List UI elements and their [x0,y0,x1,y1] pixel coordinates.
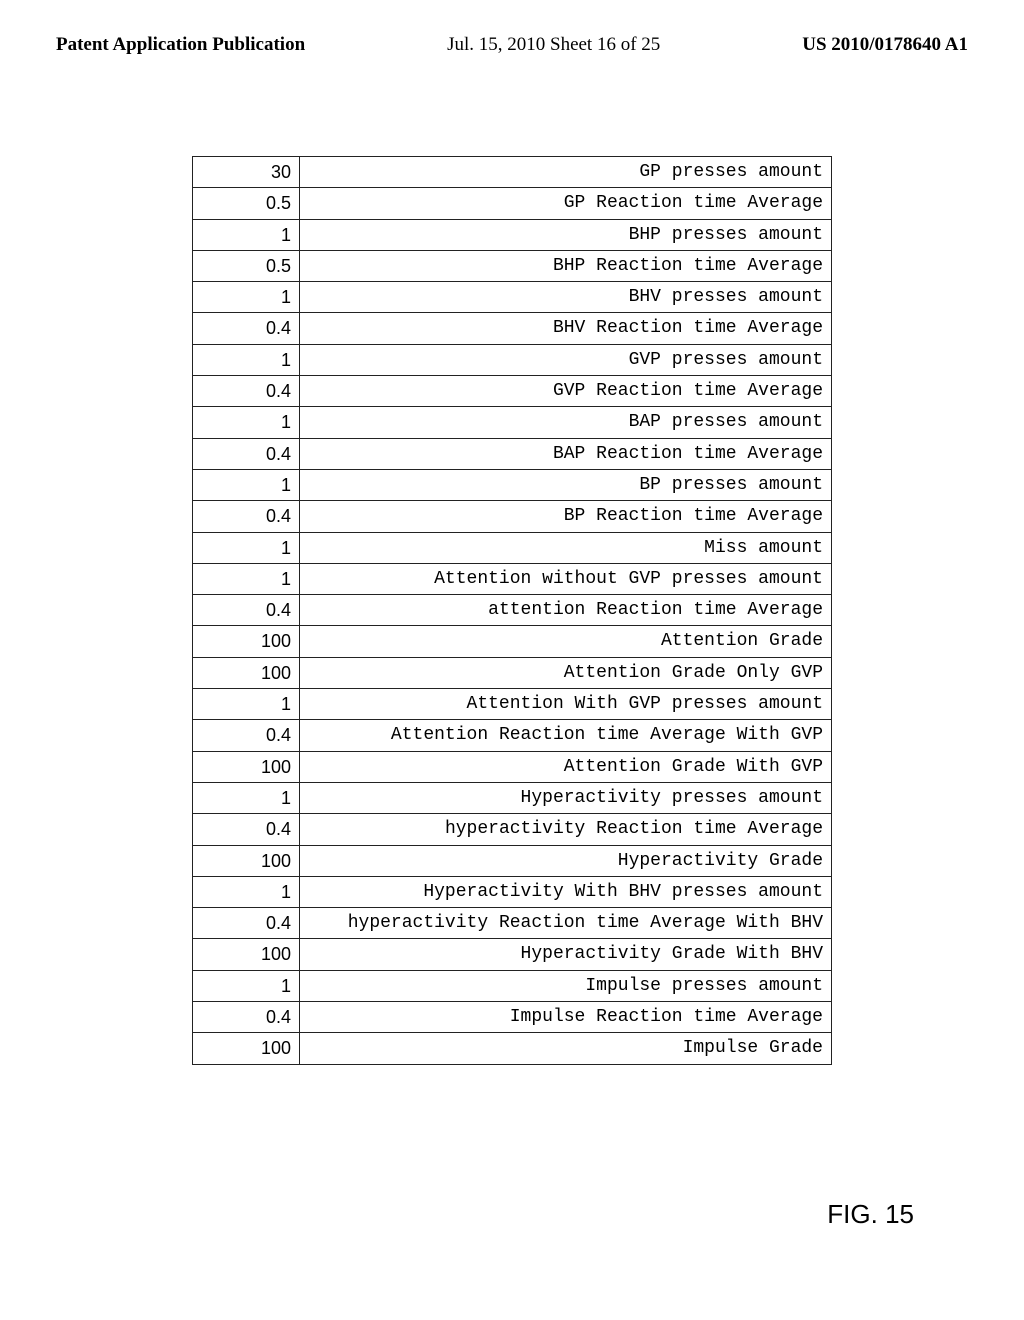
page-header: Patent Application Publication Jul. 15, … [0,0,1024,56]
row-label: Hyperactivity With BHV presses amount [300,876,832,907]
data-table: 30GP presses amount0.5GP Reaction time A… [192,156,832,1065]
table-row: 100Attention Grade [193,626,832,657]
header-left: Patent Application Publication [56,34,305,56]
header-center: Jul. 15, 2010 Sheet 16 of 25 [447,34,660,56]
row-label: Hyperactivity Grade [300,845,832,876]
row-label: Attention Grade Only GVP [300,657,832,688]
row-value: 0.4 [193,1002,300,1033]
row-value: 0.4 [193,814,300,845]
row-value: 100 [193,939,300,970]
header-right: US 2010/0178640 A1 [802,34,968,56]
row-label: Hyperactivity presses amount [300,782,832,813]
table-row: 0.4hyperactivity Reaction time Average [193,814,832,845]
row-label: GVP Reaction time Average [300,376,832,407]
row-label: BAP presses amount [300,407,832,438]
table-row: 0.4hyperactivity Reaction time Average W… [193,908,832,939]
row-value: 0.4 [193,908,300,939]
row-value: 1 [193,782,300,813]
table-row: 1BAP presses amount [193,407,832,438]
table-row: 0.4BP Reaction time Average [193,501,832,532]
figure-label: FIG. 15 [827,1199,914,1230]
row-label: Attention Grade With GVP [300,751,832,782]
row-value: 0.4 [193,720,300,751]
row-label: Attention With GVP presses amount [300,689,832,720]
row-label: Hyperactivity Grade With BHV [300,939,832,970]
row-label: BHV presses amount [300,282,832,313]
row-value: 1 [193,689,300,720]
table-row: 100Attention Grade Only GVP [193,657,832,688]
row-value: 1 [193,970,300,1001]
row-value: 0.5 [193,250,300,281]
table-row: 1Miss amount [193,532,832,563]
row-value: 0.4 [193,595,300,626]
row-value: 0.4 [193,438,300,469]
row-label: hyperactivity Reaction time Average [300,814,832,845]
row-label: Impulse presses amount [300,970,832,1001]
row-value: 100 [193,845,300,876]
row-value: 0.5 [193,188,300,219]
table-row: 30GP presses amount [193,157,832,188]
data-table-container: 30GP presses amount0.5GP Reaction time A… [192,156,832,1065]
table-row: 0.4GVP Reaction time Average [193,376,832,407]
table-row: 1BP presses amount [193,469,832,500]
row-value: 1 [193,563,300,594]
table-row: 0.4Impulse Reaction time Average [193,1002,832,1033]
row-label: Attention Grade [300,626,832,657]
row-label: attention Reaction time Average [300,595,832,626]
row-label: hyperactivity Reaction time Average With… [300,908,832,939]
table-row: 1Hyperactivity With BHV presses amount [193,876,832,907]
row-value: 0.4 [193,501,300,532]
row-value: 100 [193,751,300,782]
table-row: 1GVP presses amount [193,344,832,375]
table-row: 100Hyperactivity Grade With BHV [193,939,832,970]
row-value: 100 [193,1033,300,1064]
table-row: 100Attention Grade With GVP [193,751,832,782]
row-value: 100 [193,657,300,688]
row-label: BP Reaction time Average [300,501,832,532]
row-label: Impulse Grade [300,1033,832,1064]
row-value: 1 [193,876,300,907]
row-label: Impulse Reaction time Average [300,1002,832,1033]
row-value: 1 [193,344,300,375]
row-value: 0.4 [193,313,300,344]
table-row: 100Hyperactivity Grade [193,845,832,876]
row-label: GVP presses amount [300,344,832,375]
table-row: 0.4BAP Reaction time Average [193,438,832,469]
table-row: 0.4attention Reaction time Average [193,595,832,626]
row-label: BP presses amount [300,469,832,500]
row-value: 1 [193,532,300,563]
row-label: BHP presses amount [300,219,832,250]
table-row: 1Attention without GVP presses amount [193,563,832,594]
table-row: 0.5GP Reaction time Average [193,188,832,219]
table-row: 1BHV presses amount [193,282,832,313]
table-row: 1Hyperactivity presses amount [193,782,832,813]
row-label: BHV Reaction time Average [300,313,832,344]
table-row: 0.4Attention Reaction time Average With … [193,720,832,751]
row-label: Attention Reaction time Average With GVP [300,720,832,751]
table-row: 0.5BHP Reaction time Average [193,250,832,281]
row-label: GP presses amount [300,157,832,188]
row-value: 1 [193,282,300,313]
row-label: BHP Reaction time Average [300,250,832,281]
table-row: 1BHP presses amount [193,219,832,250]
row-value: 1 [193,407,300,438]
table-row: 1Impulse presses amount [193,970,832,1001]
row-value: 100 [193,626,300,657]
row-label: GP Reaction time Average [300,188,832,219]
row-label: Attention without GVP presses amount [300,563,832,594]
row-value: 1 [193,219,300,250]
row-label: BAP Reaction time Average [300,438,832,469]
row-label: Miss amount [300,532,832,563]
row-value: 0.4 [193,376,300,407]
table-row: 1Attention With GVP presses amount [193,689,832,720]
row-value: 1 [193,469,300,500]
table-row: 0.4BHV Reaction time Average [193,313,832,344]
table-row: 100Impulse Grade [193,1033,832,1064]
row-value: 30 [193,157,300,188]
